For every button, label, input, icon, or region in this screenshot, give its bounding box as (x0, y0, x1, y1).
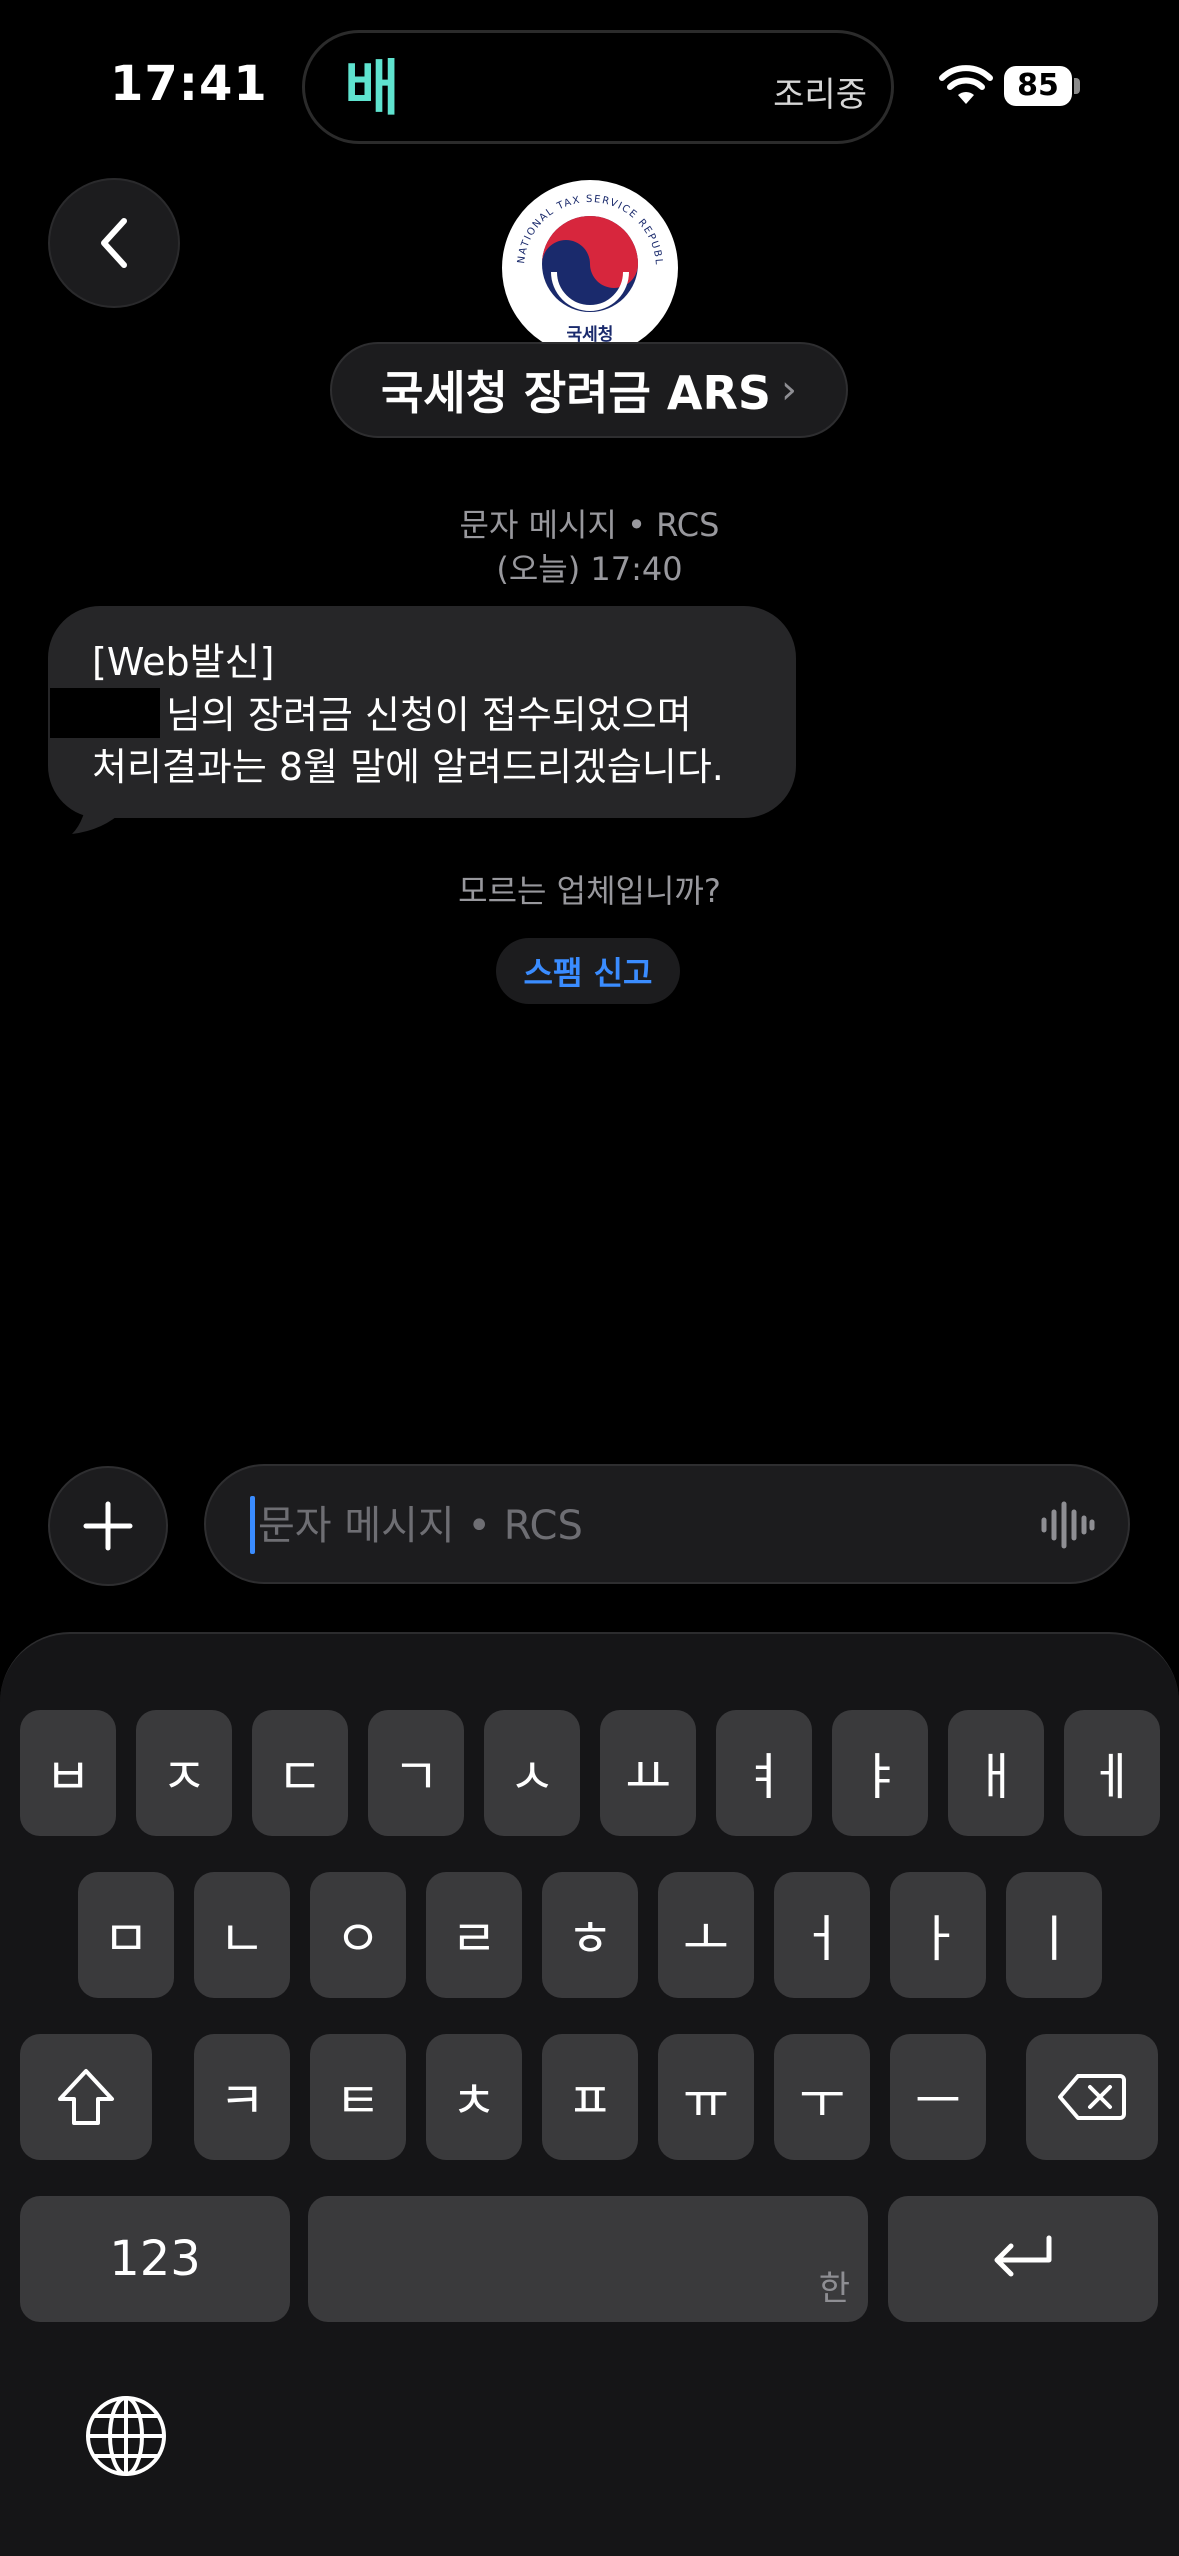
key-r[interactable]: ㄹ (426, 1872, 522, 1998)
return-arrow-icon (994, 2235, 1052, 2277)
live-activity-app-icon: 배 (344, 54, 400, 124)
message-line-3: 처리결과는 8월 말에 알려드리겠습니다. (92, 745, 724, 789)
key-h[interactable]: ㅎ (542, 1872, 638, 1998)
live-activity-status: 조리중 (773, 75, 867, 115)
message-timestamp: (오늘) 17:40 (496, 550, 683, 588)
message-input[interactable] (256, 1490, 1000, 1562)
unknown-sender-prompt: 모르는 업체입니까? (458, 872, 721, 910)
message-bubble[interactable]: [Web발신] 님의 장려금 신청이 접수되었으며 처리결과는 8월 말에 알려… (48, 606, 796, 818)
key-yo[interactable]: ㅛ (600, 1710, 696, 1836)
message-type-label: 문자 메시지 • RCS (459, 506, 720, 544)
key-n[interactable]: ㄴ (194, 1872, 290, 1998)
space-key[interactable]: 한 (308, 2196, 868, 2322)
key-ae[interactable]: ㅐ (948, 1710, 1044, 1836)
contact-name-button[interactable]: 국세청 장려금 ARS › (330, 342, 848, 438)
key-ieung[interactable]: ㅇ (310, 1872, 406, 1998)
redacted-name (50, 688, 160, 738)
return-key[interactable] (888, 2196, 1158, 2322)
key-u[interactable]: ㅜ (774, 2034, 870, 2160)
status-time: 17:41 (110, 56, 268, 112)
chevron-right-icon: › (781, 367, 798, 413)
message-line-2-text: 님의 장려금 신청이 접수되었으며 (166, 693, 692, 737)
key-p[interactable]: ㅍ (542, 2034, 638, 2160)
key-ch[interactable]: ㅊ (426, 2034, 522, 2160)
key-eo[interactable]: ㅓ (774, 1872, 870, 1998)
key-yeo[interactable]: ㅕ (716, 1710, 812, 1836)
wifi-icon (939, 65, 993, 104)
numbers-key[interactable]: 123 (20, 2196, 290, 2322)
key-ya[interactable]: ㅑ (832, 1710, 928, 1836)
backspace-icon (1058, 2074, 1126, 2120)
back-button[interactable] (48, 178, 180, 308)
key-e[interactable]: ㅔ (1064, 1710, 1160, 1836)
plus-icon (83, 1501, 133, 1551)
key-eu[interactable]: ㅡ (890, 2034, 986, 2160)
report-spam-button[interactable]: 스팸 신고 (496, 938, 680, 1004)
key-k[interactable]: ㅋ (194, 2034, 290, 2160)
input-language-hint: 한 (818, 2269, 850, 2309)
key-yu[interactable]: ㅠ (658, 2034, 754, 2160)
key-s[interactable]: ㅅ (484, 1710, 580, 1836)
nts-logo-icon: NATIONAL TAX SERVICE REPUBLIC OF KOREA 국… (502, 180, 676, 354)
key-g[interactable]: ㄱ (368, 1710, 464, 1836)
key-j[interactable]: ㅈ (136, 1710, 232, 1836)
key-m[interactable]: ㅁ (78, 1872, 174, 1998)
message-line-2: 님의 장려금 신청이 접수되었으며 (50, 688, 756, 741)
key-b[interactable]: ㅂ (20, 1710, 116, 1836)
compose-field[interactable] (204, 1464, 1130, 1584)
shift-key[interactable] (20, 2034, 152, 2160)
audio-waveform-icon[interactable] (1040, 1500, 1096, 1550)
globe-icon[interactable] (84, 2394, 168, 2478)
text-cursor (250, 1496, 255, 1554)
chevron-left-icon (101, 218, 127, 268)
contact-name: 국세청 장려금 ARS (380, 366, 772, 420)
key-a[interactable]: ㅏ (890, 1872, 986, 1998)
add-attachment-button[interactable] (48, 1466, 168, 1586)
key-t[interactable]: ㅌ (310, 2034, 406, 2160)
key-i[interactable]: ㅣ (1006, 1872, 1102, 1998)
shift-arrow-icon (58, 2069, 114, 2125)
battery-icon: 85 (1004, 66, 1072, 106)
korean-keyboard: ㅂ ㅈ ㄷ ㄱ ㅅ ㅛ ㅕ ㅑ ㅐ ㅔ ㅁ ㄴ ㅇ ㄹ ㅎ ㅗ ㅓ ㅏ ㅣ ㅋ … (0, 1632, 1179, 2556)
key-d[interactable]: ㄷ (252, 1710, 348, 1836)
message-line-1: [Web발신] (92, 640, 275, 684)
delete-key[interactable] (1026, 2034, 1158, 2160)
key-o[interactable]: ㅗ (658, 1872, 754, 1998)
dynamic-island[interactable]: 배 조리중 (302, 30, 894, 144)
contact-avatar[interactable]: NATIONAL TAX SERVICE REPUBLIC OF KOREA 국… (502, 180, 678, 356)
battery-tip (1074, 78, 1080, 94)
